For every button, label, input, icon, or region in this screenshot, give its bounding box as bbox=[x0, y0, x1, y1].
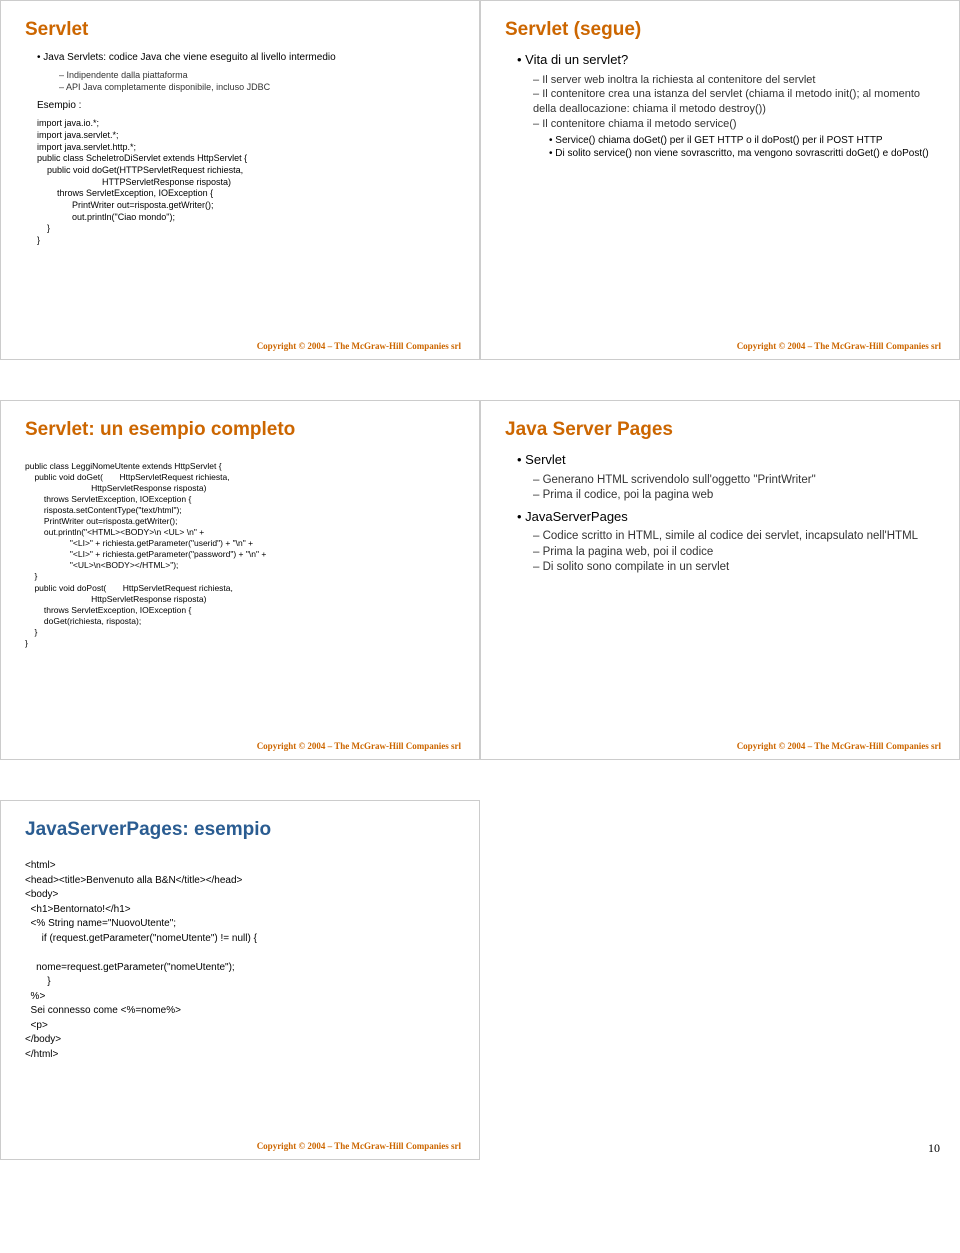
page-number: 10 bbox=[928, 1141, 940, 1156]
copyright-footer: Copyright © 2004 – The McGraw-Hill Compa… bbox=[257, 341, 461, 351]
sub-bullet: Di solito sono compilate in un servlet bbox=[533, 560, 935, 576]
slide-body: Java Servlets: codice Java che viene ese… bbox=[25, 51, 455, 247]
sub-bullet: API Java completamente disponibile, incl… bbox=[59, 81, 455, 93]
slide-servlet: Servlet Java Servlets: codice Java che v… bbox=[0, 0, 480, 360]
slide-title: Java Server Pages bbox=[505, 419, 935, 441]
slide-esempio-completo: Servlet: un esempio completo public clas… bbox=[0, 400, 480, 760]
code-block: public class LeggiNomeUtente extends Htt… bbox=[25, 461, 455, 649]
copyright-footer: Copyright © 2004 – The McGraw-Hill Compa… bbox=[257, 741, 461, 751]
bullet: Vita di un servlet? bbox=[517, 51, 935, 69]
sub-bullet: Generano HTML scrivendolo sull'oggetto "… bbox=[533, 473, 935, 489]
copyright-footer: Copyright © 2004 – The McGraw-Hill Compa… bbox=[737, 741, 941, 751]
sub-bullet: Il contenitore crea una istanza del serv… bbox=[533, 87, 935, 117]
sub2-bullet: Di solito service() non viene sovrascrit… bbox=[549, 147, 935, 161]
slide-servlet-segue: Servlet (segue) Vita di un servlet? Il s… bbox=[480, 0, 960, 360]
bullet: Java Servlets: codice Java che viene ese… bbox=[37, 51, 455, 65]
slide-title: JavaServerPages: esempio bbox=[25, 819, 455, 841]
sub-bullet: Prima il codice, poi la pagina web bbox=[533, 488, 935, 504]
code-block: <html> <head><title>Benvenuto alla B&N</… bbox=[25, 859, 455, 1062]
slide-title: Servlet bbox=[25, 19, 455, 41]
empty-cell bbox=[480, 800, 960, 1160]
label-esempio: Esempio : bbox=[25, 99, 455, 113]
slide-title: Servlet (segue) bbox=[505, 19, 935, 41]
slide-body: Vita di un servlet? Il server web inoltr… bbox=[505, 51, 935, 161]
slide-jsp-esempio: JavaServerPages: esempio <html> <head><t… bbox=[0, 800, 480, 1160]
sub2-bullet: Service() chiama doGet() per il GET HTTP… bbox=[549, 134, 935, 148]
sub-bullet: Il contenitore chiama il metodo service(… bbox=[533, 117, 935, 132]
bullet: Servlet bbox=[517, 451, 935, 469]
code-block: import java.io.*; import java.servlet.*;… bbox=[25, 118, 455, 247]
copyright-footer: Copyright © 2004 – The McGraw-Hill Compa… bbox=[257, 1141, 461, 1151]
slide-body: Servlet Generano HTML scrivendolo sull'o… bbox=[505, 451, 935, 576]
copyright-footer: Copyright © 2004 – The McGraw-Hill Compa… bbox=[737, 341, 941, 351]
sub-bullet: Codice scritto in HTML, simile al codice… bbox=[533, 529, 935, 545]
slide-jsp: Java Server Pages Servlet Generano HTML … bbox=[480, 400, 960, 760]
sub-bullet: Il server web inoltra la richiesta al co… bbox=[533, 73, 935, 88]
sub-bullet: Prima la pagina web, poi il codice bbox=[533, 545, 935, 561]
slide-title: Servlet: un esempio completo bbox=[25, 419, 455, 441]
sub-bullet: Indipendente dalla piattaforma bbox=[59, 69, 455, 81]
bullet: JavaServerPages bbox=[517, 508, 935, 526]
